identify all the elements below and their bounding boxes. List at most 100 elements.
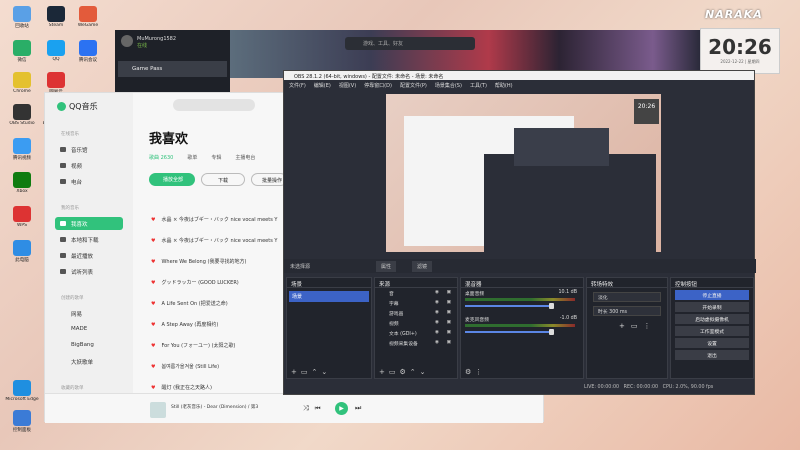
source-item[interactable]: 字幕 ◉ ▣ bbox=[375, 298, 457, 308]
volume-slider-handle[interactable] bbox=[549, 303, 554, 309]
scene-item[interactable]: 场景 bbox=[289, 291, 369, 302]
eye-icon[interactable]: ◉ bbox=[435, 320, 439, 325]
gear-icon[interactable]: ⚙ bbox=[400, 368, 410, 376]
menu-docks[interactable]: 停靠窗口(D) bbox=[364, 83, 392, 89]
list-item[interactable]: ♥ 水晶 × 今夜はブギー・バック nice vocal meets Y bbox=[151, 216, 286, 223]
source-item[interactable]: 文本 (GDI+) ◉ ▣ bbox=[375, 328, 457, 338]
qq-playlist[interactable]: 网易 bbox=[55, 307, 123, 320]
desktop-icon[interactable]: 微信 bbox=[4, 40, 40, 70]
heart-icon[interactable]: ♥ bbox=[151, 238, 155, 244]
desktop-icon[interactable]: Chrome bbox=[4, 72, 40, 102]
qq-nav-trial[interactable]: 试听列表 bbox=[55, 265, 123, 278]
eye-icon[interactable]: ◉ bbox=[435, 290, 439, 295]
down-icon[interactable]: ⌄ bbox=[321, 368, 331, 376]
qq-nav-radio[interactable]: 电台 bbox=[55, 175, 123, 188]
lock-icon[interactable]: ▣ bbox=[446, 290, 451, 295]
tab-songs[interactable]: 歌曲 2630 bbox=[149, 155, 173, 161]
eye-icon[interactable]: ◉ bbox=[435, 330, 439, 335]
lock-icon[interactable]: ▣ bbox=[446, 310, 451, 315]
list-item[interactable]: ♥ A Life Sent On (把爱送之命) bbox=[151, 300, 286, 307]
heart-icon[interactable]: ♥ bbox=[151, 385, 155, 391]
previous-icon[interactable]: ⏮ bbox=[315, 404, 327, 412]
qq-playlist[interactable]: 大妖歌单 bbox=[55, 355, 123, 368]
menu-profile[interactable]: 配置文件(P) bbox=[400, 83, 427, 89]
heart-icon[interactable]: ♥ bbox=[151, 259, 155, 265]
play-button[interactable]: ▶ bbox=[335, 402, 348, 415]
batch-button[interactable]: 批量操作 bbox=[251, 173, 287, 186]
qq-search-input[interactable] bbox=[173, 99, 255, 111]
tab-playlists[interactable]: 歌单 bbox=[187, 155, 197, 161]
eye-icon[interactable]: ◉ bbox=[435, 340, 439, 345]
menu-help[interactable]: 帮助(H) bbox=[495, 83, 513, 89]
up-icon[interactable]: ⌃ bbox=[312, 368, 322, 376]
list-item[interactable]: ♥ Where We Belong (我要寻找的地方) bbox=[151, 258, 286, 265]
desktop-icon[interactable]: Microsoft Edge bbox=[4, 380, 40, 410]
desktop-icon[interactable]: OBS Studio bbox=[4, 104, 40, 134]
stop-streaming-button[interactable]: 停止直播 bbox=[675, 290, 749, 300]
steam-search-input[interactable]: 游戏、工具、好友 bbox=[345, 37, 475, 50]
transition-select[interactable]: 淡化 bbox=[593, 292, 661, 302]
start-recording-button[interactable]: 开始录制 bbox=[675, 302, 749, 312]
heart-icon[interactable]: ♥ bbox=[151, 280, 155, 286]
list-item[interactable]: ♥ 봄여름가을겨울 (Still Life) bbox=[151, 363, 286, 370]
desktop-icon[interactable]: Xbox bbox=[4, 172, 40, 202]
tab-radio[interactable]: 主播电台 bbox=[235, 155, 255, 161]
menu-scene-collection[interactable]: 场景集合(S) bbox=[435, 83, 462, 89]
shuffle-icon[interactable]: ⤨ bbox=[303, 404, 315, 412]
steam-selected-game[interactable]: Game Pass bbox=[118, 61, 227, 77]
album-cover[interactable] bbox=[150, 402, 166, 418]
volume-slider[interactable] bbox=[465, 331, 553, 333]
desktop-icon[interactable]: 回收站 bbox=[4, 6, 40, 36]
properties-button[interactable]: 属性 bbox=[376, 261, 397, 272]
play-all-button[interactable]: 播放全部 bbox=[149, 173, 195, 186]
qq-nav-recent[interactable]: 最近播放 bbox=[55, 249, 123, 262]
more-icon[interactable]: ⋮ bbox=[475, 368, 486, 376]
qq-nav-video[interactable]: 视频 bbox=[55, 159, 123, 172]
desktop-icon[interactable]: 腾讯视频 bbox=[4, 138, 40, 168]
heart-icon[interactable]: ♥ bbox=[151, 301, 155, 307]
download-button[interactable]: 下载 bbox=[201, 173, 245, 186]
qq-nav-music-hall[interactable]: 音乐馆 bbox=[55, 143, 123, 156]
list-item[interactable]: ♥ 醒灯 (我正在之天路人) bbox=[151, 384, 286, 391]
heart-icon[interactable]: ♥ bbox=[151, 322, 155, 328]
desktop-icon[interactable]: 腾讯会议 bbox=[70, 40, 106, 70]
list-item[interactable]: ♥ For You (フォーユー) (太阳之歌) bbox=[151, 342, 286, 349]
desktop-icon[interactable]: WPS bbox=[4, 206, 40, 236]
exit-button[interactable]: 退出 bbox=[675, 350, 749, 360]
source-item[interactable]: 视频采集设备 ◉ ▣ bbox=[375, 338, 457, 348]
desktop-icon[interactable]: Steam bbox=[38, 6, 74, 36]
add-icon[interactable]: + bbox=[291, 368, 301, 376]
gear-icon[interactable]: ⚙ bbox=[465, 368, 475, 376]
steam-user[interactable]: MuMurong1582 在线 bbox=[115, 30, 230, 49]
lock-icon[interactable]: ▣ bbox=[446, 340, 451, 345]
filters-button[interactable]: 滤镜 bbox=[412, 261, 433, 272]
volume-slider[interactable] bbox=[465, 305, 553, 307]
menu-tools[interactable]: 工具(T) bbox=[470, 83, 487, 89]
desktop-icon[interactable]: QQ bbox=[38, 40, 74, 70]
menu-view[interactable]: 视图(V) bbox=[339, 83, 356, 89]
next-icon[interactable]: ⏭ bbox=[355, 404, 367, 412]
remove-icon[interactable]: ▭ bbox=[301, 368, 312, 376]
add-icon[interactable]: + bbox=[379, 368, 389, 376]
add-icon[interactable]: + bbox=[619, 322, 631, 330]
desktop-icon[interactable]: 此电脑 bbox=[4, 240, 40, 270]
qq-nav-local[interactable]: 本地和下载 bbox=[55, 233, 123, 246]
menu-edit[interactable]: 编辑(E) bbox=[314, 83, 331, 89]
qq-nav-liked[interactable]: 我喜欢 bbox=[55, 217, 123, 230]
eye-icon[interactable]: ◉ bbox=[435, 310, 439, 315]
remove-icon[interactable]: ▭ bbox=[389, 368, 400, 376]
source-item[interactable]: 视频 ◉ ▣ bbox=[375, 318, 457, 328]
desktop-icon[interactable]: 控制面板 bbox=[4, 410, 40, 440]
eye-icon[interactable]: ◉ bbox=[435, 300, 439, 305]
settings-button[interactable]: 设置 bbox=[675, 338, 749, 348]
lock-icon[interactable]: ▣ bbox=[446, 330, 451, 335]
heart-icon[interactable]: ♥ bbox=[151, 364, 155, 370]
studio-mode-button[interactable]: 工作室模式 bbox=[675, 326, 749, 336]
start-virtual-camera-button[interactable]: 启动虚拟摄像机 bbox=[675, 314, 749, 324]
list-item[interactable]: ♥ A Step Away (再度相约) bbox=[151, 321, 286, 328]
menu-file[interactable]: 文件(F) bbox=[289, 83, 306, 89]
obs-preview[interactable]: 20:26 bbox=[386, 94, 661, 252]
up-icon[interactable]: ⌃ bbox=[410, 368, 420, 376]
source-item[interactable]: 游戏画 ◉ ▣ bbox=[375, 308, 457, 318]
tab-albums[interactable]: 专辑 bbox=[211, 155, 221, 161]
